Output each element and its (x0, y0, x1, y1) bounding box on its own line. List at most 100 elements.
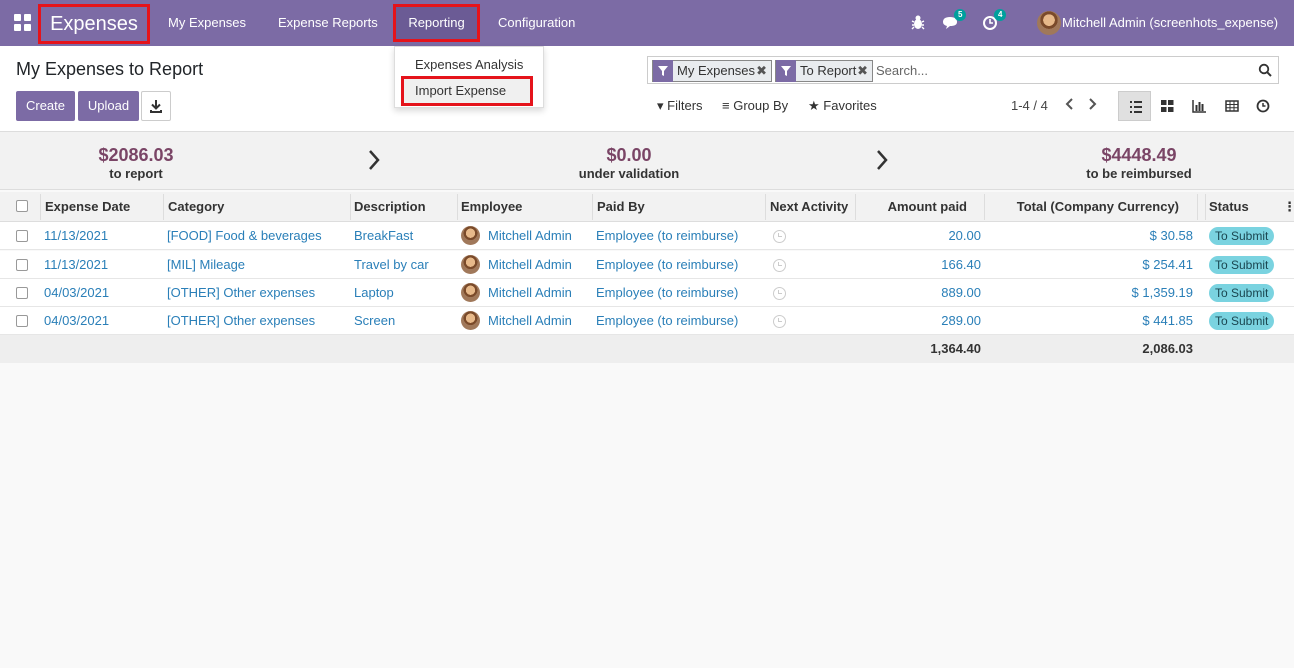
cell-employee[interactable]: Mitchell Admin (488, 279, 572, 307)
menu-configuration[interactable]: Configuration (498, 0, 575, 46)
cell-employee[interactable]: Mitchell Admin (488, 307, 572, 335)
cell-category[interactable]: [MIL] Mileage (167, 251, 245, 279)
cell-paid-by[interactable]: Employee (to reimburse) (596, 222, 738, 250)
menu-import-expense[interactable]: Import Expense (415, 83, 506, 98)
stat-to-be-reimbursed-value[interactable]: $4448.49 (1059, 145, 1219, 166)
cell-category[interactable]: [FOOD] Food & beverages (167, 222, 322, 250)
pager-next-icon[interactable] (1085, 95, 1099, 113)
header-description[interactable]: Description (354, 192, 426, 222)
list-view-button[interactable] (1118, 91, 1151, 121)
employee-avatar (461, 255, 480, 274)
header-expense-date[interactable]: Expense Date (45, 192, 130, 222)
activity-clock-icon[interactable] (773, 230, 786, 243)
favorites-button[interactable]: ★ Favorites (808, 98, 877, 114)
table-row[interactable]: 11/13/2021 [MIL] Mileage Travel by car M… (0, 251, 1294, 279)
row-checkbox[interactable] (16, 259, 28, 271)
cell-expense-date[interactable]: 11/13/2021 (44, 251, 108, 279)
activities-clock-icon[interactable]: 4 (982, 9, 1007, 32)
pivot-view-button[interactable] (1215, 91, 1248, 121)
activity-clock-icon[interactable] (773, 315, 786, 328)
search-input[interactable]: Search... (876, 63, 928, 78)
remove-facet-icon[interactable]: ✖ (857, 61, 868, 81)
cell-description[interactable]: Screen (354, 307, 395, 335)
menu-my-expenses[interactable]: My Expenses (168, 0, 246, 46)
stat-to-report-value[interactable]: $2086.03 (56, 145, 216, 166)
remove-facet-icon[interactable]: ✖ (756, 61, 767, 81)
row-checkbox[interactable] (16, 287, 28, 299)
select-all-checkbox[interactable] (16, 200, 28, 212)
header-category[interactable]: Category (168, 192, 224, 222)
user-menu-name[interactable]: Mitchell Admin (screenhots_expense) (1062, 0, 1278, 46)
header-status[interactable]: Status (1209, 192, 1249, 222)
menu-reporting[interactable]: Reporting (393, 4, 480, 42)
activity-clock-icon[interactable] (773, 259, 786, 272)
column-options-icon[interactable]: ⋮ (1283, 192, 1294, 222)
download-icon (150, 100, 162, 113)
table-header: Expense Date Category Description Employ… (0, 192, 1294, 222)
header-total-company-currency[interactable]: Total (Company Currency) (990, 192, 1179, 222)
status-badge: To Submit (1209, 312, 1275, 330)
graph-view-button[interactable] (1183, 91, 1216, 121)
filters-button[interactable]: ▾ Filters (657, 98, 703, 114)
kanban-view-icon (1161, 100, 1174, 112)
cell-total[interactable]: $ 1,359.19 (1000, 279, 1193, 307)
cell-paid-by[interactable]: Employee (to reimburse) (596, 307, 738, 335)
cell-paid-by[interactable]: Employee (to reimburse) (596, 251, 738, 279)
top-navbar: Expenses My Expenses Expense Reports Rep… (0, 0, 1294, 46)
group-by-label: Group By (733, 98, 789, 113)
header-next-activity[interactable]: Next Activity (770, 192, 848, 222)
cell-amount-paid[interactable]: 166.40 (870, 251, 981, 279)
apps-menu-icon[interactable] (14, 14, 32, 32)
cell-amount-paid[interactable]: 20.00 (870, 222, 981, 250)
row-checkbox[interactable] (16, 230, 28, 242)
cell-employee[interactable]: Mitchell Admin (488, 251, 572, 279)
cell-category[interactable]: [OTHER] Other expenses (167, 279, 315, 307)
status-badge: To Submit (1209, 227, 1275, 245)
cell-description[interactable]: Travel by car (354, 251, 429, 279)
menu-expenses-analysis[interactable]: Expenses Analysis (415, 57, 523, 72)
cell-amount-paid[interactable]: 889.00 (870, 279, 981, 307)
cell-employee[interactable]: Mitchell Admin (488, 222, 572, 250)
download-button[interactable] (141, 91, 171, 121)
pager-value[interactable]: 1-4 / 4 (1011, 98, 1048, 113)
cell-amount-paid[interactable]: 289.00 (870, 307, 981, 335)
create-button[interactable]: Create (16, 91, 75, 121)
cell-category[interactable]: [OTHER] Other expenses (167, 307, 315, 335)
search-icon[interactable] (1258, 63, 1272, 77)
header-paid-by[interactable]: Paid By (597, 192, 645, 222)
table-row[interactable]: 11/13/2021 [FOOD] Food & beverages Break… (0, 222, 1294, 250)
group-by-button[interactable]: ≡ Group By (722, 98, 788, 113)
app-title[interactable]: Expenses (38, 4, 150, 44)
header-amount-paid[interactable]: Amount paid (860, 192, 967, 222)
cell-total[interactable]: $ 441.85 (1000, 307, 1193, 335)
kanban-view-button[interactable] (1151, 91, 1184, 121)
cell-total[interactable]: $ 254.41 (1000, 251, 1193, 279)
cell-expense-date[interactable]: 04/03/2021 (44, 279, 109, 307)
stat-under-validation-value[interactable]: $0.00 (549, 145, 709, 166)
messages-icon[interactable]: 5 (942, 9, 967, 32)
stat-to-report-label: to report (109, 166, 163, 181)
cell-description[interactable]: BreakFast (354, 222, 413, 250)
header-employee[interactable]: Employee (461, 192, 522, 222)
cell-total[interactable]: $ 30.58 (1000, 222, 1193, 250)
cell-description[interactable]: Laptop (354, 279, 394, 307)
menu-expense-reports[interactable]: Expense Reports (278, 0, 378, 46)
upload-button[interactable]: Upload (78, 91, 139, 121)
debug-bug-icon[interactable] (911, 14, 925, 32)
table-row[interactable]: 04/03/2021 [OTHER] Other expenses Laptop… (0, 279, 1294, 307)
total-amount-paid: 1,364.40 (930, 341, 981, 356)
activity-clock-icon[interactable] (773, 287, 786, 300)
facet-my-expenses[interactable]: My Expenses ✖ (652, 60, 772, 82)
search-bar[interactable]: My Expenses ✖ To Report ✖ Search... (647, 56, 1279, 84)
cell-paid-by[interactable]: Employee (to reimburse) (596, 279, 738, 307)
table-row[interactable]: 04/03/2021 [OTHER] Other expenses Screen… (0, 307, 1294, 335)
cell-expense-date[interactable]: 11/13/2021 (44, 222, 108, 250)
row-checkbox[interactable] (16, 315, 28, 327)
pager-previous-icon[interactable] (1063, 95, 1077, 113)
activity-view-button[interactable] (1247, 91, 1280, 121)
filter-icon (776, 60, 796, 82)
user-avatar[interactable] (1037, 11, 1061, 35)
clock-icon (1256, 99, 1270, 113)
cell-expense-date[interactable]: 04/03/2021 (44, 307, 109, 335)
facet-to-report[interactable]: To Report ✖ (775, 60, 873, 82)
